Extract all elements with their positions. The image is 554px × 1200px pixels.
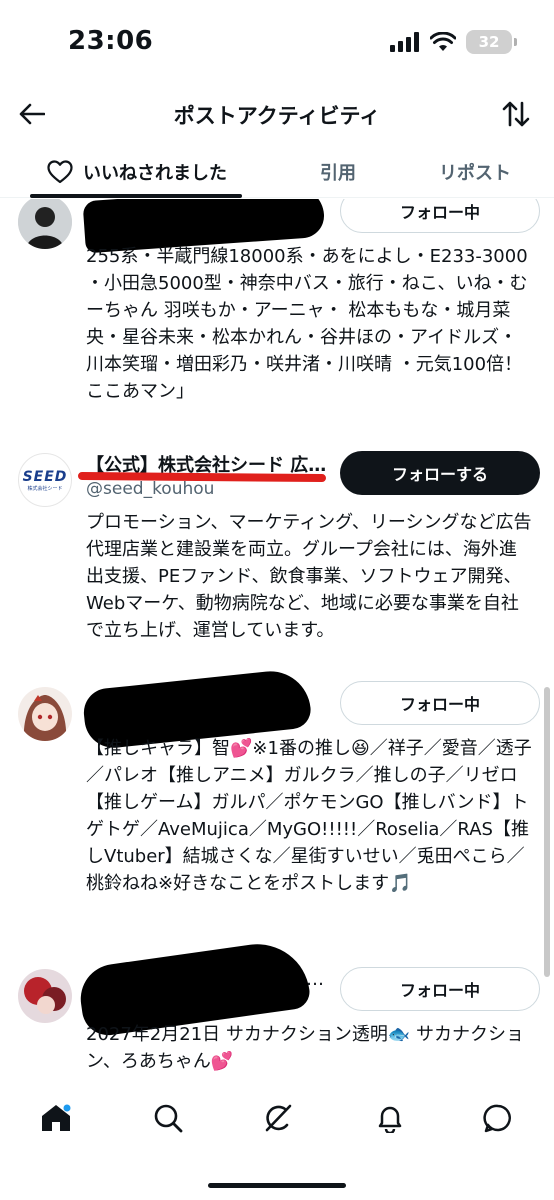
battery-icon: 32: [466, 30, 517, 54]
heart-icon: [47, 160, 73, 184]
tab-reposts[interactable]: リポスト: [410, 146, 540, 198]
avatar[interactable]: SEED 株式会社シード: [18, 453, 72, 507]
home-indicator[interactable]: [208, 1183, 346, 1188]
nav-search[interactable]: [146, 1096, 190, 1140]
avatar-illustration: [18, 969, 72, 1023]
tab-likes[interactable]: いいねされました: [26, 146, 248, 198]
avatar-illustration: [18, 687, 72, 741]
following-button[interactable]: フォロー中: [340, 681, 540, 725]
user-list: フォロー中 255系・半蔵門線18000系・あをによし・E233-3000 ・小…: [0, 199, 554, 1079]
user-handle[interactable]: @seed_kouhou: [86, 479, 214, 499]
user-name-ellipsis: …: [306, 969, 324, 990]
avatar[interactable]: [18, 969, 72, 1023]
nav-grok[interactable]: [256, 1096, 300, 1140]
list-item[interactable]: SEED 株式会社シード 【公式】株式会社シード 広… @seed_kouhou…: [0, 449, 554, 679]
grok-icon: [265, 1104, 292, 1132]
avatar[interactable]: [18, 199, 72, 249]
signal-icon: [390, 32, 419, 52]
tab-quotes-label: 引用: [320, 163, 356, 184]
status-bar: 23:06 32: [0, 0, 554, 84]
user-bio: プロモーション、マーケティング、リーシングなど広告代理店業と建設業を両立。グルー…: [86, 512, 532, 641]
page-title: ポストアクティビティ: [173, 104, 381, 128]
user-bio: 【推しキャラ】智💕※1番の推し😆／祥子／愛音／透子／パレオ【推しアニメ】ガルクラ…: [86, 738, 532, 894]
tab-likes-label: いいねされました: [83, 163, 227, 184]
search-icon: [154, 1104, 183, 1133]
nav-messages[interactable]: [476, 1096, 520, 1140]
sort-button[interactable]: [496, 94, 536, 134]
status-time: 23:06: [68, 26, 154, 56]
messages-icon: [483, 1104, 511, 1133]
list-item[interactable]: フォロー中 255系・半蔵門線18000系・あをによし・E233-3000 ・小…: [0, 199, 554, 421]
nav-home[interactable]: [34, 1096, 78, 1140]
sort-arrows-icon: [502, 101, 530, 127]
avatar[interactable]: [18, 687, 72, 741]
tab-quotes[interactable]: 引用: [278, 146, 398, 198]
header: ポストアクティビティ: [0, 84, 554, 146]
follow-button[interactable]: フォローする: [340, 451, 540, 495]
avatar-logo-sub: 株式会社シード: [27, 485, 63, 492]
avatar-photo: [18, 199, 72, 249]
wifi-icon: [430, 32, 456, 51]
tab-reposts-label: リポスト: [439, 163, 511, 184]
status-icons: 32: [390, 30, 517, 54]
user-bio: 255系・半蔵門線18000系・あをによし・E233-3000 ・小田急5000…: [86, 246, 528, 402]
following-button[interactable]: フォロー中: [340, 199, 540, 233]
avatar-logo-text: SEED: [22, 468, 68, 485]
user-bio: 2027年2月21日 サカナクション透明🐟 サカナクション、ろあちゃん💕: [86, 1024, 525, 1072]
tab-bar: いいねされました 引用 リポスト: [0, 146, 554, 198]
following-button[interactable]: フォロー中: [340, 967, 540, 1011]
list-item[interactable]: … フォロー中 2027年2月21日 サカナクション透明🐟 サカナクション、ろあ…: [0, 937, 554, 1079]
notifications-icon: [378, 1106, 402, 1133]
nav-notifications[interactable]: [368, 1096, 412, 1140]
list-item[interactable]: フォロー中 【推しキャラ】智💕※1番の推し😆／祥子／愛音／透子／パレオ【推しアニ…: [0, 667, 554, 941]
tab-active-indicator: [30, 194, 242, 198]
home-icon: [42, 1104, 71, 1131]
scrollbar[interactable]: [544, 687, 550, 977]
bottom-nav: [0, 1086, 554, 1148]
